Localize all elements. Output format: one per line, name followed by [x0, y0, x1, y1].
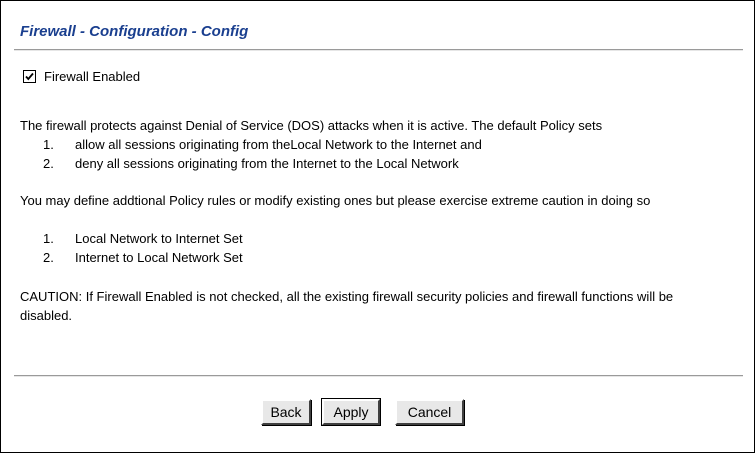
cancel-button[interactable]: Cancel	[395, 399, 464, 425]
firewall-enabled-row[interactable]: Firewall Enabled	[23, 69, 140, 84]
default-policy-item-2: 2. deny all sessions originating from the…	[43, 154, 459, 173]
firewall-enabled-checkbox[interactable]	[23, 70, 36, 83]
list-text: Internet to Local Network Set	[75, 250, 243, 265]
list-number: 2.	[43, 250, 54, 265]
firewall-enabled-label: Firewall Enabled	[44, 69, 141, 84]
list-text: Local Network to Internet Set	[75, 231, 243, 246]
list-number: 1.	[43, 231, 54, 246]
policy-intro-text: You may define addtional Policy rules or…	[20, 193, 651, 208]
default-policy-item-1: 1. allow all sessions originating from th…	[43, 135, 482, 154]
checkmark-icon	[25, 72, 34, 81]
page-title: Firewall - Configuration - Config	[20, 23, 249, 40]
caution-text: CAUTION: If Firewall Enabled is not chec…	[20, 289, 674, 323]
list-text: allow all sessions originating from theL…	[75, 137, 482, 152]
list-text: deny all sessions originating from the I…	[75, 156, 459, 171]
intro-text: The firewall protects against Denial of …	[20, 118, 603, 133]
policy-item-1: 1. Local Network to Internet Set	[43, 229, 243, 248]
title-divider	[14, 49, 743, 51]
policy-item-2: 2. Internet to Local Network Set	[43, 248, 243, 267]
firewall-config-panel: Firewall - Configuration - Config Firewa…	[0, 0, 755, 453]
footer-divider	[14, 375, 743, 377]
back-button[interactable]: Back	[261, 399, 311, 425]
list-number: 2.	[43, 156, 54, 171]
list-number: 1.	[43, 137, 54, 152]
apply-button[interactable]: Apply	[321, 398, 381, 426]
